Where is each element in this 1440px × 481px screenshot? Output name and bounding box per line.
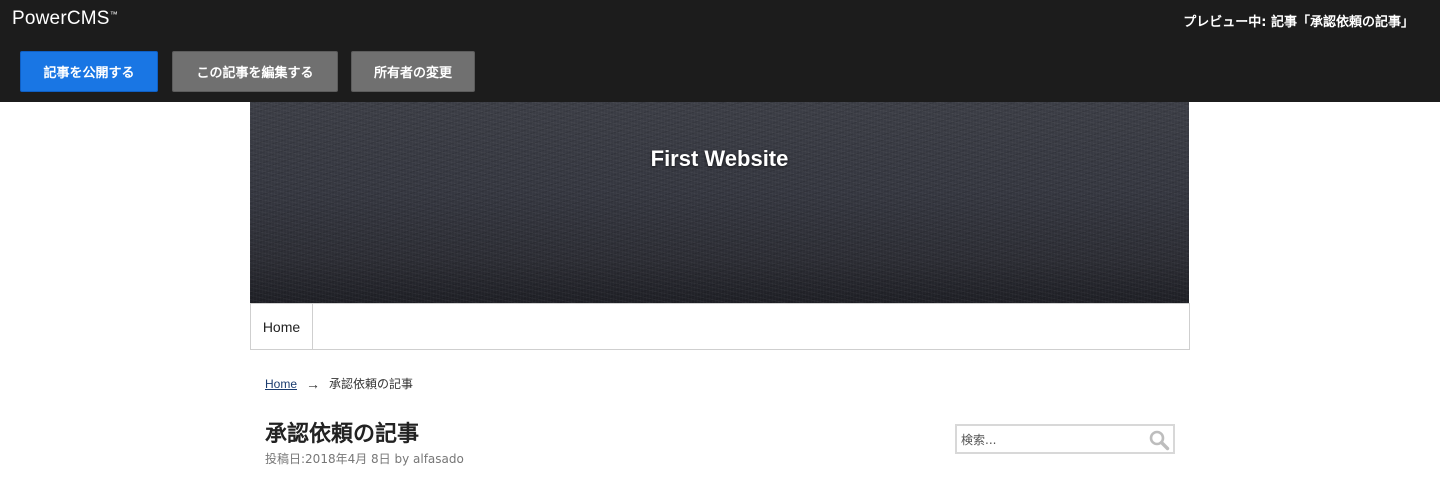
breadcrumb-current: 承認依頼の記事: [329, 377, 414, 391]
search-input[interactable]: [961, 429, 1141, 450]
nav-item-home[interactable]: Home: [251, 304, 313, 349]
main-navigation: Home: [250, 303, 1190, 350]
site-header-banner: First Website: [250, 102, 1189, 304]
edit-entry-button[interactable]: この記事を編集する: [172, 51, 338, 92]
post-meta: 投稿日:2018年4月 8日 by alfasado: [265, 452, 464, 466]
post-title: 承認依頼の記事: [265, 422, 420, 447]
breadcrumb-home-link[interactable]: Home: [265, 377, 297, 391]
breadcrumb: Home → 承認依頼の記事: [265, 375, 413, 392]
preview-toolbar: PowerCMS™ プレビュー中: 記事「承認依頼の記事」 記事を公開する この…: [0, 0, 1440, 102]
site-title[interactable]: First Website: [250, 146, 1189, 172]
search-icon[interactable]: [1148, 429, 1170, 451]
publish-entry-button[interactable]: 記事を公開する: [20, 51, 158, 92]
logo-text: PowerCMS: [12, 8, 110, 29]
preview-status-text: プレビュー中: 記事「承認依頼の記事」: [1183, 15, 1414, 30]
change-owner-button[interactable]: 所有者の変更: [351, 51, 475, 92]
breadcrumb-arrow: →: [306, 375, 321, 392]
trademark-mark: ™: [109, 10, 118, 19]
search-widget: [955, 424, 1175, 454]
powercms-logo: PowerCMS™: [12, 8, 118, 30]
